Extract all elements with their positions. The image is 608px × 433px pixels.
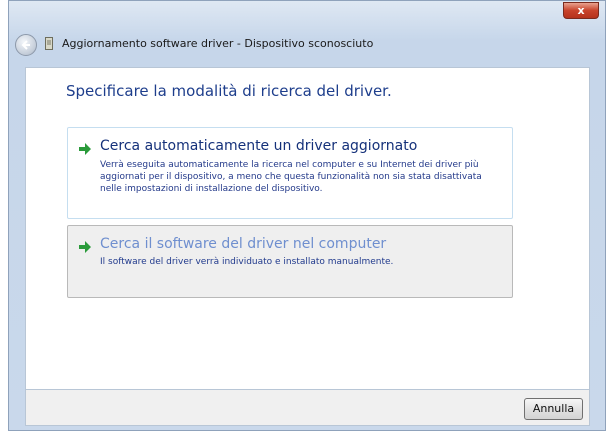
- dialog-window: x Aggiornamento software driver - Dispos…: [8, 0, 606, 431]
- option-description: Verrà eseguita automaticamente la ricerc…: [100, 160, 482, 194]
- page-heading: Specificare la modalità di ricerca del d…: [66, 82, 392, 100]
- device-icon: [45, 37, 53, 50]
- button-bar: Annulla: [25, 390, 590, 426]
- content-panel: Specificare la modalità di ricerca del d…: [25, 67, 590, 390]
- option-browse-computer[interactable]: Cerca il software del driver nel compute…: [67, 225, 513, 298]
- back-button[interactable]: [15, 34, 37, 56]
- back-arrow-icon: [21, 40, 30, 50]
- cancel-button[interactable]: Annulla: [524, 398, 583, 420]
- title-bar: Aggiornamento software driver - Disposit…: [9, 1, 605, 61]
- option-description: Il software del driver verrà individuato…: [100, 257, 394, 267]
- option-search-automatically[interactable]: Cerca automaticamente un driver aggiorna…: [67, 127, 513, 219]
- green-arrow-icon: [79, 241, 91, 253]
- window-title: Aggiornamento software driver - Disposit…: [62, 37, 374, 50]
- option-title: Cerca automaticamente un driver aggiorna…: [100, 138, 418, 154]
- green-arrow-icon: [79, 143, 91, 155]
- option-title: Cerca il software del driver nel compute…: [100, 236, 387, 252]
